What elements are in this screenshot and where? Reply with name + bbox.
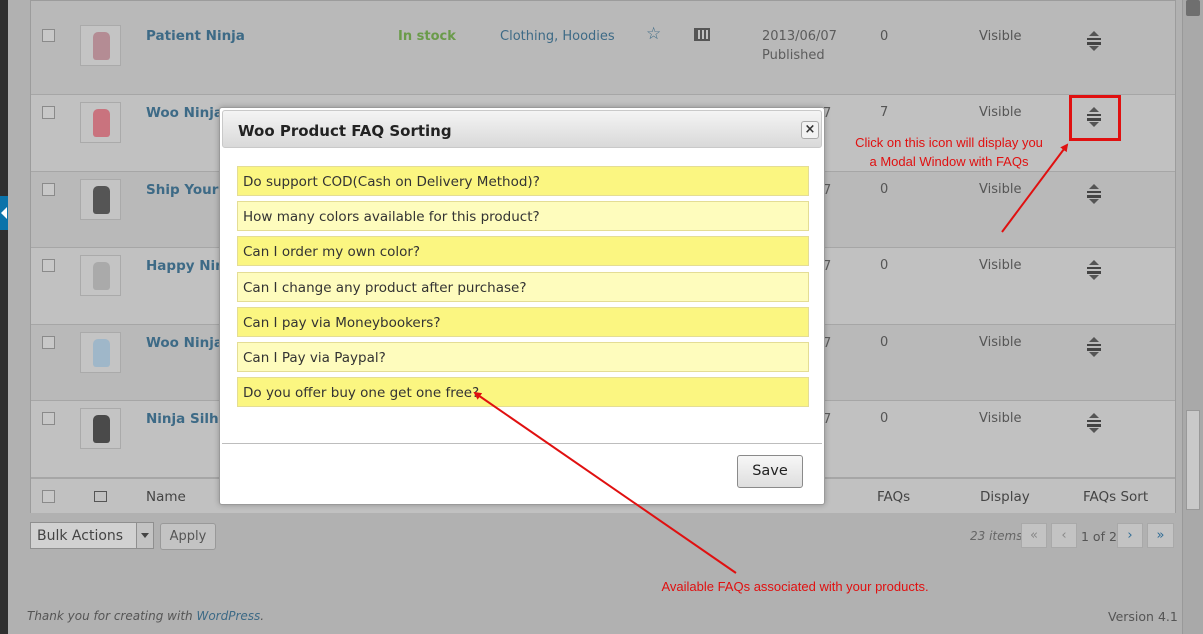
image-column-icon [94,491,107,502]
hoodie-image [93,32,110,60]
product-name-link[interactable]: Woo Ninja [146,105,223,121]
faqs-sort-column-header: FAQs Sort [1083,489,1149,505]
visibility-status: Visible [979,182,1022,197]
visibility-status: Visible [979,411,1022,426]
visibility-status: Visible [979,258,1022,273]
faq-sort-icon[interactable] [1086,260,1102,280]
featured-star-icon[interactable]: ☆ [646,24,661,44]
thanks-text: Thank you for creating with [27,609,193,623]
row-checkbox[interactable] [42,183,55,196]
save-button[interactable]: Save [737,455,803,488]
admin-sidebar-edge [0,0,8,634]
faqs-count: 0 [880,29,889,44]
faq-sorting-modal: Woo Product FAQ Sorting × Do support COD… [219,107,825,505]
product-thumbnail[interactable] [80,25,121,66]
tshirt-image [93,262,110,290]
faqs-count: 0 [880,411,889,426]
apply-button[interactable]: Apply [160,523,216,550]
product-date: 2013/06/07 Published [762,27,837,65]
product-name-link[interactable]: Happy Ninj [146,258,229,274]
scrollbar-segment[interactable] [1186,410,1200,510]
row-checkbox[interactable] [42,336,55,349]
chevron-down-icon[interactable] [136,523,153,548]
product-thumbnail[interactable] [80,332,121,373]
modal-header: Woo Product FAQ Sorting × [222,110,822,148]
row-checkbox[interactable] [42,259,55,272]
faq-sort-icon[interactable] [1086,31,1102,51]
tshirt-image [93,339,110,367]
faqs-column-header: FAQs [877,489,911,505]
product-name-link[interactable]: Ship Your I [146,182,228,198]
date-value: 2013/06/07 [762,29,837,44]
product-name-link[interactable]: Ninja Silho [146,411,228,427]
bulk-actions-label: Bulk Actions [37,528,124,544]
product-thumbnail[interactable] [80,179,121,220]
product-type-icon [694,28,710,41]
publish-status: Published [762,48,825,63]
highlight-box [1069,95,1121,141]
visibility-status: Visible [979,105,1022,120]
table-row: Patient Ninja In stock Clothing, Hoodies… [31,1,1175,95]
icon-annotation: Click on this icon will display you a Mo… [834,133,1064,171]
faq-item[interactable]: Can I Pay via Paypal? [237,342,809,372]
faqs-count: 0 [880,258,889,273]
faq-sort-icon[interactable] [1086,413,1102,433]
product-thumbnail[interactable] [80,408,121,449]
row-checkbox[interactable] [42,106,55,119]
faq-item[interactable]: How many colors available for this produ… [237,201,809,231]
product-name-link[interactable]: Patient Ninja [146,28,245,44]
hoodie-image [93,186,110,214]
product-thumbnail[interactable] [80,255,121,296]
faq-item[interactable]: Can I change any product after purchase? [237,272,809,302]
visibility-status: Visible [979,29,1022,44]
select-all-checkbox[interactable] [42,490,55,503]
last-page-button[interactable]: » [1147,523,1174,548]
bulk-actions-select[interactable]: Bulk Actions [30,522,154,549]
product-thumbnail[interactable] [80,102,121,143]
next-page-button[interactable]: › [1117,523,1143,548]
footer-thanks: Thank you for creating with WordPress. [27,609,264,623]
faqs-annotation: Available FAQs associated with your prod… [661,579,929,594]
tshirt-image [93,415,110,443]
icon-annotation-line1: Click on this icon will display you [855,135,1043,150]
modal-title: Woo Product FAQ Sorting [238,122,452,140]
icon-annotation-line2: a Modal Window with FAQs [869,154,1029,169]
faq-item[interactable]: Can I order my own color? [237,236,809,266]
scrollbar-thumb[interactable] [1186,0,1200,16]
faq-item[interactable]: Can I pay via Moneybookers? [237,307,809,337]
faq-item[interactable]: Do support COD(Cash on Delivery Method)? [237,166,809,196]
product-name-link[interactable]: Woo Ninja [146,335,223,351]
faq-sort-icon[interactable] [1086,337,1102,357]
page-info: 1 of 2 [1081,529,1117,544]
wordpress-link[interactable]: WordPress [196,609,260,623]
faqs-count: 0 [880,335,889,350]
name-column-header[interactable]: Name [146,489,186,505]
close-icon[interactable]: × [801,121,819,139]
display-column-header: Display [980,489,1030,505]
visibility-status: Visible [979,335,1022,350]
thanks-period: . [260,609,265,623]
faq-item[interactable]: Do you offer buy one get one free? [237,377,809,407]
stock-status: In stock [398,29,456,44]
faqs-count: 7 [880,105,889,120]
collapse-menu-icon[interactable] [0,196,8,230]
row-checkbox[interactable] [42,29,55,42]
version-text: Version 4.1 [1108,609,1178,624]
faq-sort-icon[interactable] [1086,184,1102,204]
faqs-count: 0 [880,182,889,197]
product-categories-link[interactable]: Clothing, Hoodies [500,29,615,44]
items-count: 23 items [970,529,1023,543]
hoodie-image [93,109,110,137]
scrollbar[interactable] [1182,0,1203,634]
modal-divider [222,443,822,444]
prev-page-button[interactable]: ‹ [1051,523,1077,548]
first-page-button[interactable]: « [1021,523,1047,548]
row-checkbox[interactable] [42,412,55,425]
